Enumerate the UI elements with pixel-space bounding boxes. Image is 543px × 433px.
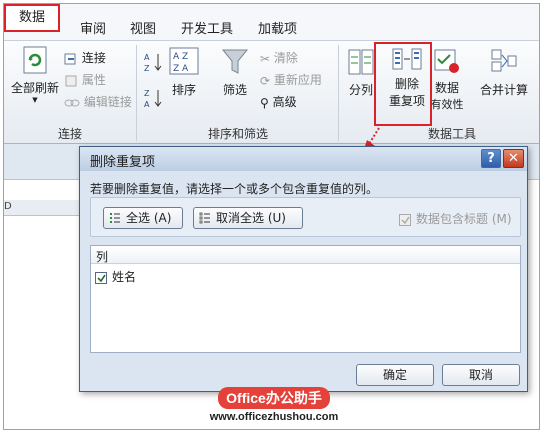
divider bbox=[136, 45, 137, 141]
tab-review[interactable]: 审阅 bbox=[80, 18, 106, 37]
close-button[interactable]: ✕ bbox=[503, 149, 524, 168]
reapply-label: 重新应用 bbox=[273, 73, 322, 87]
sort-descending-icon: ZA bbox=[144, 89, 162, 109]
excel-window: 数据 审阅 视图 开发工具 加载项 全部刷新 ▼ 连接 属性 编辑链接 连接 A… bbox=[3, 3, 540, 430]
tab-addins[interactable]: 加载项 bbox=[258, 18, 297, 37]
column-header: D bbox=[4, 200, 84, 216]
select-all-icon bbox=[110, 213, 120, 223]
consolidate-button[interactable]: 合并计算 bbox=[474, 47, 534, 98]
has-headers-checkbox[interactable]: 数据包含标题 (M) bbox=[399, 210, 512, 227]
properties-button[interactable]: 属性 bbox=[64, 71, 106, 88]
select-all-button[interactable]: 全选 (A) bbox=[103, 207, 183, 229]
text-to-columns-button[interactable]: 分列 bbox=[344, 47, 378, 98]
data-validation-label-2: 有效性 bbox=[430, 98, 464, 111]
advanced-filter-icon: ⚲ bbox=[260, 95, 269, 110]
reapply-button[interactable]: ⟳ 重新应用 bbox=[260, 71, 322, 88]
columns-list: 列 姓名 bbox=[90, 245, 521, 353]
clear-icon: ✂ bbox=[260, 51, 271, 66]
data-validation-label-1: 数据 bbox=[434, 81, 459, 95]
connections-button[interactable]: 连接 bbox=[64, 49, 106, 66]
unselect-all-label: 取消全选 (U) bbox=[216, 211, 286, 225]
checkbox-checked-icon[interactable] bbox=[95, 271, 107, 284]
dialog-instruction: 若要删除重复值，请选择一个或多个包含重复值的列。 bbox=[90, 182, 379, 196]
refresh-icon bbox=[23, 46, 47, 74]
column-letter-d: D bbox=[4, 201, 12, 212]
data-validation-icon bbox=[434, 49, 459, 73]
help-button[interactable]: ? bbox=[481, 149, 501, 168]
divider bbox=[338, 45, 339, 141]
properties-label: 属性 bbox=[81, 73, 106, 87]
sort-ascending-button[interactable]: AZ bbox=[143, 51, 163, 76]
connections-label: 连接 bbox=[81, 51, 106, 65]
ribbon: 全部刷新 ▼ 连接 属性 编辑链接 连接 AZ ZA A ZZ A 排序 筛选 … bbox=[4, 40, 539, 144]
tab-developer[interactable]: 开发工具 bbox=[181, 18, 233, 37]
consolidate-icon bbox=[491, 49, 517, 72]
chevron-down-icon: ▼ bbox=[32, 96, 38, 104]
svg-text:Z: Z bbox=[144, 89, 150, 98]
clear-button[interactable]: ✂ 清除 bbox=[260, 49, 298, 66]
text-to-columns-label: 分列 bbox=[348, 83, 373, 97]
connections-group-label: 连接 bbox=[58, 127, 83, 141]
has-headers-check-icon bbox=[399, 213, 411, 226]
filter-label: 筛选 bbox=[222, 83, 247, 97]
clear-label: 清除 bbox=[273, 51, 298, 65]
consolidate-label: 合并计算 bbox=[479, 83, 528, 97]
ok-button[interactable]: 确定 bbox=[356, 364, 434, 386]
reapply-icon: ⟳ bbox=[260, 73, 271, 88]
sort-ascending-icon: AZ bbox=[144, 53, 162, 73]
options-panel: 全选 (A) 取消全选 (U) 数据包含标题 (M) bbox=[90, 197, 521, 237]
dialog-title: 删除重复项 bbox=[90, 155, 156, 170]
data-tools-group-label: 数据工具 bbox=[428, 127, 477, 141]
svg-text:A: A bbox=[144, 100, 150, 109]
edit-links-button[interactable]: 编辑链接 bbox=[64, 93, 132, 110]
svg-text:Z A: Z A bbox=[173, 64, 189, 74]
sort-icon: A Z Z A bbox=[169, 47, 199, 75]
has-headers-label: 数据包含标题 (M) bbox=[416, 212, 512, 226]
text-to-columns-icon bbox=[348, 49, 374, 75]
advanced-label: 高级 bbox=[272, 95, 297, 109]
svg-text:Z: Z bbox=[144, 64, 150, 73]
unselect-all-button[interactable]: 取消全选 (U) bbox=[193, 207, 303, 229]
filter-button[interactable]: 筛选 bbox=[217, 47, 253, 98]
connections-icon bbox=[64, 53, 76, 64]
sort-button[interactable]: A Z Z A 排序 bbox=[167, 47, 201, 98]
edit-links-label: 编辑链接 bbox=[83, 95, 132, 109]
cancel-button[interactable]: 取消 bbox=[442, 364, 520, 386]
refresh-all-button[interactable]: 全部刷新 ▼ bbox=[10, 45, 60, 104]
column-header-label: 列 bbox=[96, 250, 109, 264]
dialog-title-bar[interactable]: 删除重复项 bbox=[80, 147, 527, 171]
filter-icon bbox=[221, 49, 249, 74]
tab-data[interactable]: 数据 bbox=[4, 4, 60, 32]
svg-text:A: A bbox=[144, 53, 150, 62]
list-item[interactable]: 姓名 bbox=[95, 268, 136, 285]
sort-label: 排序 bbox=[171, 83, 196, 97]
link-icon bbox=[64, 99, 80, 106]
remove-duplicates-dialog: 删除重复项 ? ✕ 若要删除重复值，请选择一个或多个包含重复值的列。 全选 (A… bbox=[79, 146, 528, 392]
unselect-all-icon bbox=[199, 212, 210, 224]
columns-list-header: 列 bbox=[91, 246, 520, 264]
svg-text:A Z: A Z bbox=[173, 52, 188, 62]
data-validation-button[interactable]: 数据 有效性 bbox=[429, 47, 465, 112]
remove-duplicates-highlight bbox=[374, 42, 432, 126]
watermark-brand: Office办公助手 bbox=[218, 387, 330, 409]
column-name-label: 姓名 bbox=[112, 270, 137, 284]
sort-descending-button[interactable]: ZA bbox=[143, 87, 163, 112]
sort-filter-group-label: 排序和筛选 bbox=[208, 127, 269, 141]
refresh-all-label: 全部刷新 bbox=[10, 81, 59, 95]
ribbon-tab-bar: 数据 审阅 视图 开发工具 加载项 bbox=[4, 4, 539, 40]
tab-view[interactable]: 视图 bbox=[130, 18, 156, 37]
watermark: Office办公助手 www.officezhushou.com bbox=[194, 387, 354, 429]
watermark-url: www.officezhushou.com bbox=[209, 411, 339, 423]
advanced-button[interactable]: ⚲ 高级 bbox=[260, 93, 297, 110]
properties-icon bbox=[65, 75, 77, 86]
select-all-label: 全选 (A) bbox=[126, 211, 172, 225]
